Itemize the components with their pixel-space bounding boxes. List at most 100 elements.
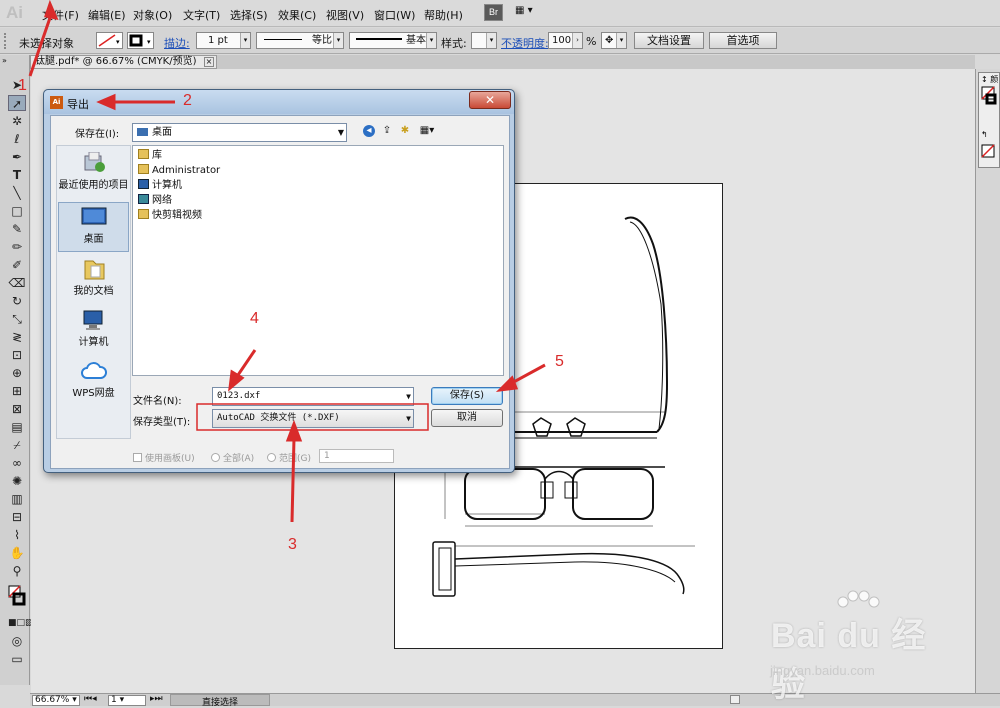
screen-mode-icon[interactable]: ▭: [8, 651, 26, 667]
menu-edit[interactable]: 编辑(E): [88, 7, 126, 23]
direct-selection-tool-icon[interactable]: ➚: [8, 95, 26, 111]
page-value: 1: [111, 695, 117, 705]
pen-tool-icon[interactable]: ✒: [8, 149, 26, 165]
pencil-tool-icon[interactable]: ✏: [8, 239, 26, 255]
scale-tool-icon[interactable]: ⤡: [8, 311, 26, 327]
view-menu-icon[interactable]: ▦▾: [417, 125, 437, 137]
rotate-tool-icon[interactable]: ↻: [8, 293, 26, 309]
menu-view[interactable]: 视图(V): [326, 7, 364, 23]
recolor-artwork-button[interactable]: ✥ ▾: [601, 32, 627, 49]
column-graph-tool-icon[interactable]: ▥: [8, 491, 26, 507]
eyedropper-tool-icon[interactable]: ⌿: [8, 437, 26, 453]
first-page-icon[interactable]: ⏮◂: [84, 694, 97, 704]
range-input[interactable]: 1: [319, 449, 394, 463]
use-artboards-checkbox[interactable]: 使用画板(U): [133, 451, 195, 464]
opacity-field[interactable]: 100 ›: [548, 32, 583, 49]
menu-select[interactable]: 选择(S): [230, 7, 268, 23]
width-tool-icon[interactable]: ≷: [8, 329, 26, 345]
eraser-tool-icon[interactable]: ⌫: [8, 275, 26, 291]
dialog-titlebar[interactable]: Ai 导出 ✕: [44, 90, 514, 114]
rectangle-tool-icon[interactable]: □: [8, 203, 26, 219]
range-radio[interactable]: 范围(G): [267, 451, 311, 464]
artboard-tool-icon[interactable]: ⊟: [8, 509, 26, 525]
file-item-computer[interactable]: 计算机: [138, 179, 182, 193]
stroke-swatch[interactable]: ▾: [127, 32, 154, 49]
file-list[interactable]: 库 Administrator 计算机 网络 快剪辑视频: [132, 145, 504, 376]
filename-input[interactable]: 0123.dxf ▼: [212, 387, 414, 406]
cancel-button[interactable]: 取消: [431, 409, 503, 427]
tab-close-icon[interactable]: ×: [204, 57, 214, 67]
watermark-main: Bai du 经验: [771, 617, 927, 704]
menu-help[interactable]: 帮助(H): [424, 7, 463, 23]
menu-type[interactable]: 文字(T): [183, 7, 220, 23]
dialog-close-button[interactable]: ✕: [469, 91, 511, 109]
variable-width-profile[interactable]: 等比 ▾: [256, 32, 344, 49]
paintbrush-tool-icon[interactable]: ✎: [8, 221, 26, 237]
page-field[interactable]: 1 ▾: [108, 695, 146, 706]
document-setup-button[interactable]: 文档设置: [634, 32, 704, 49]
gradient-tool-icon[interactable]: ▤: [8, 419, 26, 435]
place-desktop[interactable]: 桌面: [58, 202, 129, 252]
free-transform-tool-icon[interactable]: ⊡: [8, 347, 26, 363]
stroke-label[interactable]: 描边:: [164, 35, 190, 51]
next-page-icon[interactable]: ▸⏭: [150, 694, 163, 704]
new-folder-icon[interactable]: ✱: [399, 125, 411, 137]
place-recent[interactable]: 最近使用的项目: [58, 149, 129, 199]
document-tab[interactable]: 钛腿.pdf* @ 66.67% (CMYK/预览) ×: [30, 55, 217, 69]
svg-text:↰: ↰: [981, 130, 988, 139]
status-tool[interactable]: 直接选择: [170, 694, 270, 708]
color-mode-icons[interactable]: ■□▨: [8, 615, 34, 631]
draw-mode-icon[interactable]: ◎: [8, 633, 26, 649]
lasso-tool-icon[interactable]: ℓ: [8, 131, 26, 147]
line-tool-icon[interactable]: ╲: [8, 185, 26, 201]
blend-tool-icon[interactable]: ∞: [8, 455, 26, 471]
export-dialog: Ai 导出 ✕ 保存在(I): 桌面 ▼ ◂ ⇪ ✱ ▦▾ 最近使用的项目 桌面: [43, 89, 515, 473]
file-item-administrator[interactable]: Administrator: [138, 164, 220, 178]
fill-swatch[interactable]: ▾: [96, 32, 123, 49]
style-swatch[interactable]: ▾: [471, 32, 497, 49]
blob-brush-tool-icon[interactable]: ✐: [8, 257, 26, 273]
chevron-down-icon: ▼: [406, 392, 411, 401]
annotation-5: 5: [555, 353, 564, 370]
bridge-button[interactable]: Br: [484, 4, 503, 21]
collapse-icon[interactable]: »: [2, 56, 7, 65]
all-radio[interactable]: 全部(A): [211, 451, 254, 464]
save-button[interactable]: 保存(S): [431, 387, 503, 405]
arrange-documents-icon[interactable]: ▦ ▾: [515, 5, 543, 20]
color-panel-collapsed[interactable]: ↕ 颜 ↰: [978, 72, 1000, 168]
file-item-video-folder[interactable]: 快剪辑视频: [138, 209, 202, 223]
stroke-square-icon: ▾: [129, 34, 151, 47]
place-wps-cloud[interactable]: WPS网盘: [58, 357, 129, 407]
preferences-button[interactable]: 首选项: [709, 32, 777, 49]
horizontal-scroll-thumb[interactable]: [730, 695, 740, 704]
stroke-weight-field[interactable]: 1 pt ▾: [196, 32, 251, 49]
filetype-select[interactable]: AutoCAD 交换文件 (*.DXF) ▼: [212, 409, 414, 428]
brush-definition[interactable]: 基本 ▾: [349, 32, 437, 49]
symbol-sprayer-tool-icon[interactable]: ✺: [8, 473, 26, 489]
stroke-weight-value: 1 pt: [208, 35, 228, 46]
shape-builder-tool-icon[interactable]: ⊕: [8, 365, 26, 381]
zoom-field[interactable]: 66.67% ▾: [32, 695, 80, 706]
file-item-network[interactable]: 网络: [138, 194, 172, 208]
opacity-label[interactable]: 不透明度:: [501, 35, 549, 51]
file-item-library[interactable]: 库: [138, 149, 162, 163]
mesh-tool-icon[interactable]: ⊠: [8, 401, 26, 417]
place-computer[interactable]: 计算机: [58, 306, 129, 356]
back-icon[interactable]: ◂: [363, 125, 375, 137]
up-folder-icon[interactable]: ⇪: [381, 125, 393, 137]
fill-stroke-icon[interactable]: [8, 585, 26, 609]
annotation-4: 4: [250, 310, 259, 327]
menu-object[interactable]: 对象(O): [133, 7, 172, 23]
perspective-grid-tool-icon[interactable]: ⊞: [8, 383, 26, 399]
menu-effect[interactable]: 效果(C): [278, 7, 316, 23]
save-in-combo[interactable]: 桌面 ▼: [132, 123, 347, 142]
type-tool-icon[interactable]: T: [8, 167, 26, 183]
hand-tool-icon[interactable]: ✋: [8, 545, 26, 561]
place-documents[interactable]: 我的文档: [58, 255, 129, 305]
slice-tool-icon[interactable]: ⌇: [8, 527, 26, 543]
magic-wand-tool-icon[interactable]: ✲: [8, 113, 26, 129]
menu-window[interactable]: 窗口(W): [374, 7, 415, 23]
menu-file[interactable]: 文件(F): [42, 7, 79, 23]
zoom-tool-icon[interactable]: ⚲: [8, 563, 26, 579]
zoom-value: 66.67%: [35, 695, 70, 705]
